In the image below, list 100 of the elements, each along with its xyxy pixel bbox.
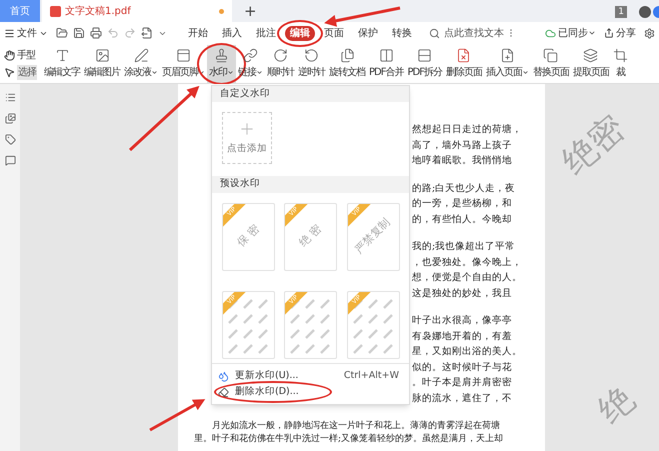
caret-icon — [227, 68, 234, 76]
new-tab-button[interactable]: + — [244, 4, 257, 19]
menu-icon[interactable] — [4, 28, 15, 38]
document-text-line: 月光如流水一般，静静地泻在这一片叶子和花上。薄薄的青雾浮起在荷塘 — [211, 420, 501, 433]
merge-icon — [378, 48, 394, 62]
document-text-line: 叶子出水很高，像亭亭 — [412, 314, 513, 328]
link-icon — [243, 48, 258, 62]
toolbar-button[interactable]: PDF合并 — [367, 44, 406, 82]
page-header-icon — [176, 48, 191, 62]
rotate-left-icon — [304, 48, 319, 62]
tag-icon[interactable] — [4, 134, 16, 145]
menu-item[interactable]: 更新水印(U)... Ctrl+Alt+W — [212, 368, 409, 384]
menu-item[interactable]: 删除水印(D)... — [212, 384, 409, 400]
document-text-line: 然想起日日走过的荷塘， — [412, 123, 523, 137]
toolbar-button[interactable]: 提取页面 — [570, 44, 611, 82]
document-text-line: 有袅娜地开着的，有羞 — [412, 330, 513, 344]
hand-tool[interactable]: 手型 — [17, 48, 35, 62]
annotation-arrow — [149, 399, 206, 432]
document-text-line: 高了，墙外马路上孩子 — [412, 138, 513, 152]
ribbon-tab[interactable]: 开始 — [183, 26, 213, 40]
document-text-line: 。叶子本是肩并肩密密 — [412, 376, 513, 390]
page-watermark: 绝密 — [554, 106, 634, 184]
ribbon-tab[interactable]: 页面 — [319, 26, 349, 40]
toolbar-button[interactable]: 插入页面 — [484, 44, 531, 82]
rotate-right-icon — [273, 48, 288, 62]
add-page-icon — [500, 48, 515, 62]
annotation-arrow — [128, 86, 200, 152]
avatar-icon[interactable] — [639, 6, 651, 18]
select-tool[interactable]: 选择 — [17, 64, 37, 80]
add-watermark-button[interactable]: 点击添加 — [222, 112, 272, 164]
toolbar-button[interactable]: 顺时针 — [265, 44, 296, 82]
comment-icon[interactable] — [4, 155, 16, 166]
save-icon[interactable] — [73, 27, 85, 39]
section-header: 自定义水印 — [212, 86, 409, 102]
toolbar-button[interactable]: 编辑图片 — [82, 44, 122, 82]
pages-icon — [543, 48, 558, 62]
document-text-line: 我的;我也像超出了平常 — [412, 240, 516, 254]
toolbar-button[interactable]: 涂改液 — [122, 44, 160, 82]
toolbar-button[interactable]: 删除页面 — [444, 44, 484, 82]
watermark-text: 绝 密 — [296, 222, 325, 252]
section-header: 预设水印 — [212, 176, 409, 192]
caret-icon — [256, 68, 263, 76]
thumbnail-icon[interactable] — [4, 113, 16, 124]
stamp-icon — [214, 48, 229, 62]
toolbar-button[interactable]: 旋转文档 — [327, 44, 367, 82]
document-text-line: 似的。这时候叶子与花 — [412, 360, 513, 374]
search-field[interactable]: 点此查找文本 — [444, 26, 506, 40]
document-text-line: 里。叶子和花仿佛在牛乳中洗过一样;又像笼着轻纱的梦。虽然是满月，天上却 — [194, 433, 504, 446]
document-text-line: 脉的流水，遮住了，不 — [412, 392, 513, 406]
document-text-line: 地哼着眠歌。我悄悄地 — [412, 154, 513, 168]
toolbar-button[interactable]: 水印 — [207, 44, 236, 82]
document-text-line: 的，有些怕人。今晚却 — [412, 212, 513, 226]
pdf-icon — [50, 6, 61, 16]
toolbar-button[interactable]: 逆时针 — [296, 44, 327, 82]
crop-icon — [612, 48, 628, 62]
share-icon — [604, 28, 614, 38]
toolbar-button[interactable]: 页眉页脚 — [160, 44, 207, 82]
cloud-icon — [545, 28, 556, 38]
file-menu[interactable]: 文件 — [15, 26, 39, 40]
document-text-line: ，也爱独处。像今晚上， — [412, 256, 523, 270]
caret-icon — [151, 68, 158, 76]
share-button[interactable]: 分享 — [616, 26, 636, 40]
settings-icon[interactable] — [644, 28, 655, 38]
layers-icon — [583, 48, 598, 62]
open-icon[interactable] — [56, 27, 68, 39]
caret-icon — [522, 68, 529, 76]
eraser-icon — [218, 386, 229, 398]
delete-page-icon — [456, 48, 472, 62]
watermark-text: 严禁复制 — [352, 215, 394, 258]
document-tab[interactable]: 文字文稿1.pdf — [42, 0, 232, 22]
toolbar-button[interactable]: PDF拆分 — [405, 44, 444, 82]
document-text-line: 这是独处的妙处，我且 — [412, 286, 513, 300]
ribbon-tab[interactable]: 保护 — [353, 26, 383, 40]
sync-button[interactable]: 已同步 — [558, 26, 588, 40]
ribbon-tab[interactable]: 转换 — [387, 26, 417, 40]
text-edit-icon — [54, 48, 70, 62]
hand-icon — [4, 50, 15, 60]
page-watermark: 绝 — [590, 378, 644, 434]
export-icon[interactable] — [141, 27, 153, 39]
document-text-line: 星，又如刚出浴的美人。 — [412, 345, 523, 359]
search-icon — [429, 28, 440, 38]
ribbon-tab[interactable]: 批注 — [251, 26, 281, 40]
watermark-icon — [218, 370, 229, 382]
caret-icon[interactable] — [588, 29, 596, 37]
picture-icon — [94, 48, 110, 62]
document-text-line: 的路;白天也少人走，夜 — [412, 182, 516, 196]
watermark-text: 保 密 — [234, 222, 263, 252]
page-count-badge: 1 — [615, 6, 627, 18]
document-text-line: 想，便觉是个自由的人。 — [412, 271, 523, 285]
ribbon-tab[interactable]: 编辑 — [285, 26, 315, 40]
pointer-icon — [4, 66, 15, 78]
document-text-line: 的一旁，是些杨柳，和 — [412, 197, 513, 211]
documents-icon — [340, 48, 354, 62]
toolbar-button[interactable]: 编辑文字 — [42, 44, 82, 82]
pen-icon — [134, 48, 148, 62]
print-icon[interactable] — [90, 27, 102, 39]
split-icon — [417, 48, 432, 62]
toolbar-button[interactable]: 替换页面 — [530, 44, 571, 82]
toolbar-button[interactable]: 裁 — [610, 44, 630, 82]
ribbon-tab[interactable]: 插入 — [217, 26, 247, 40]
